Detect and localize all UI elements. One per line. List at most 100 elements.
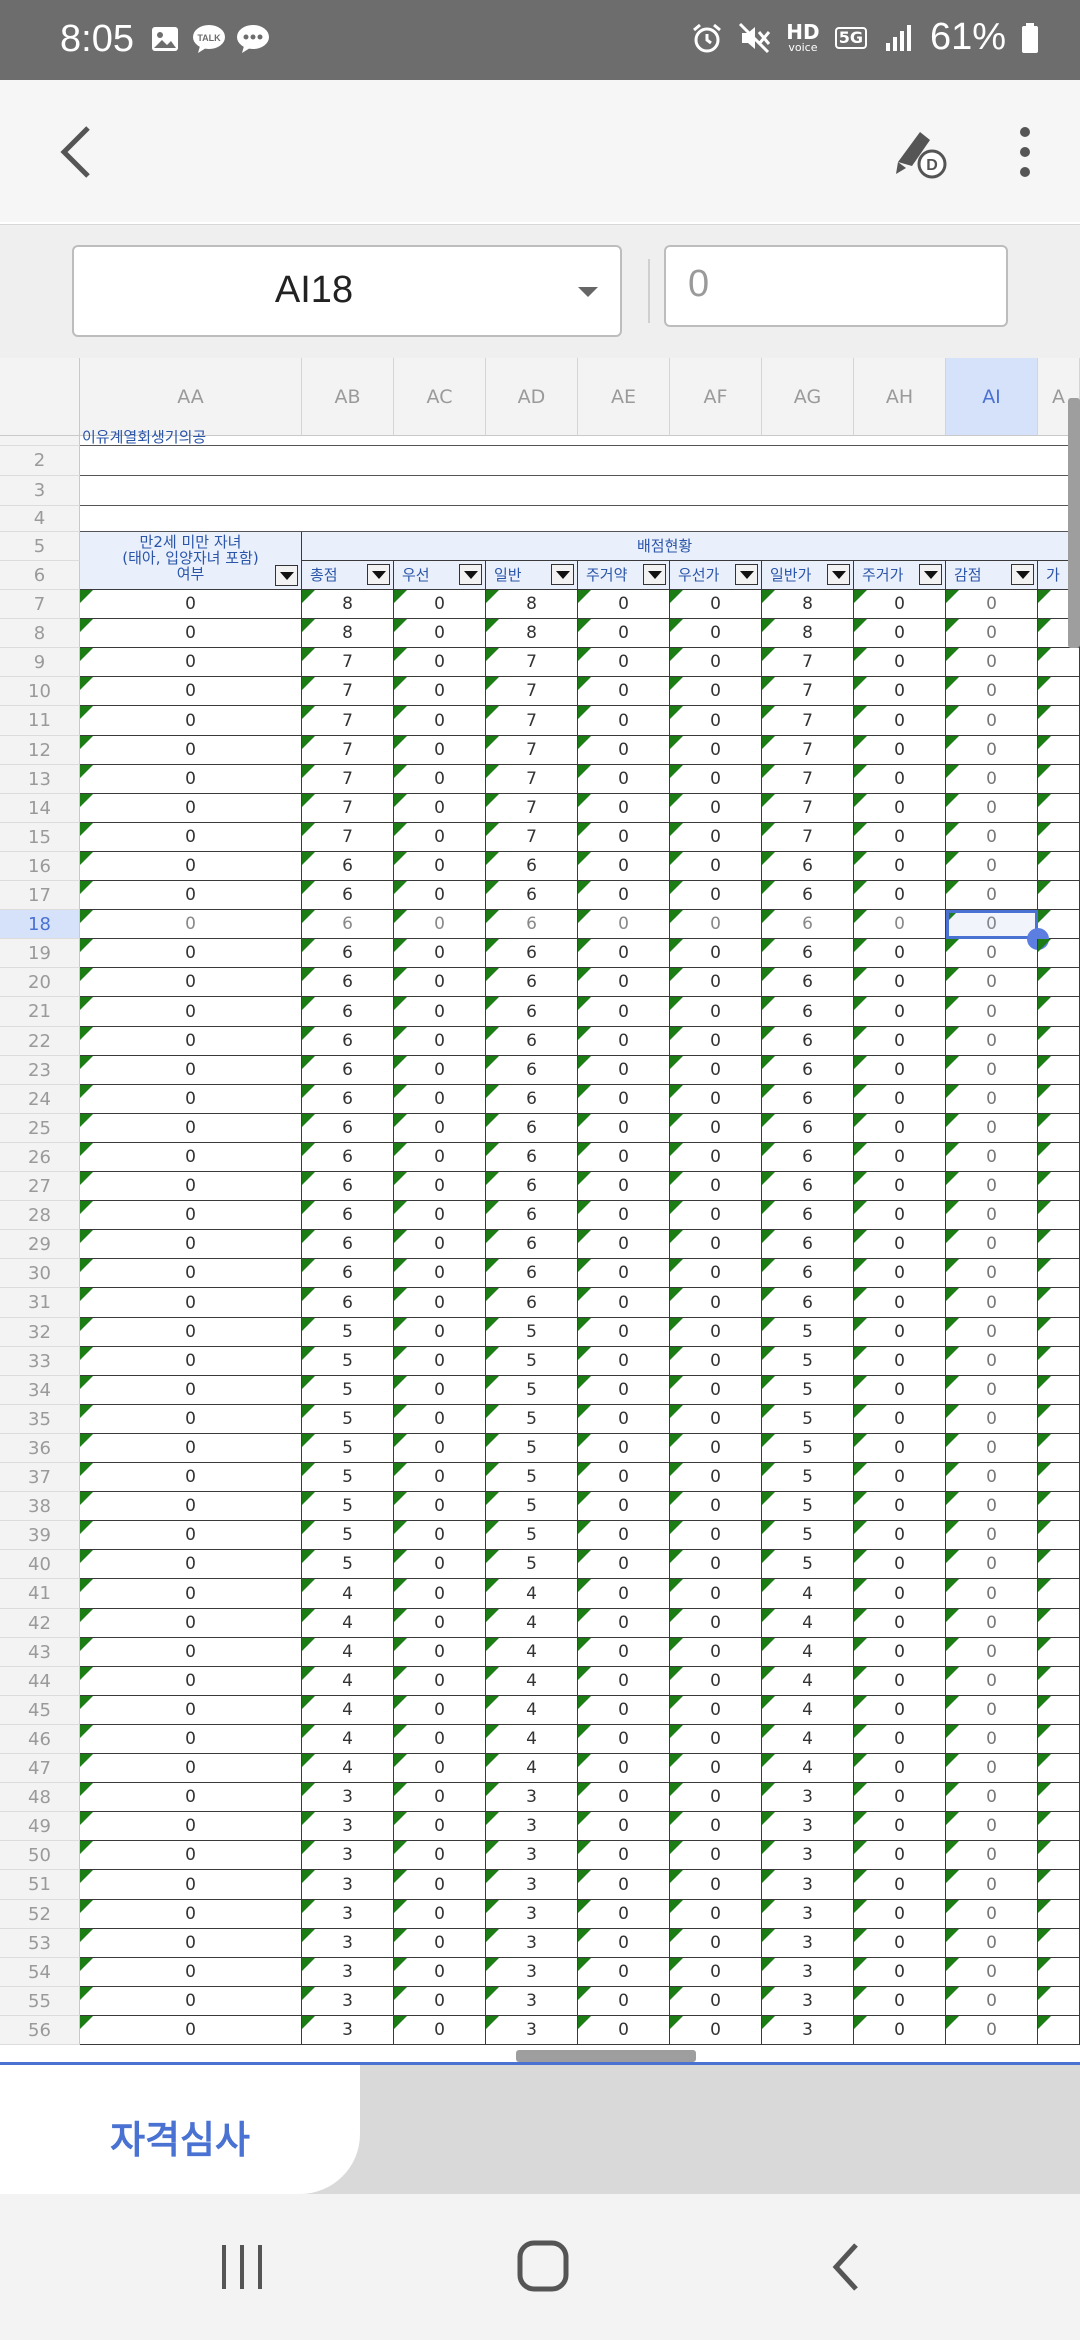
cell-ai-56[interactable]: 0: [946, 2016, 1038, 2045]
cell-ah-37[interactable]: 0: [854, 1463, 946, 1492]
cell-af-43[interactable]: 0: [670, 1638, 762, 1667]
cell-ab-39[interactable]: 5: [302, 1521, 394, 1550]
back-nav-icon[interactable]: [820, 2239, 880, 2295]
cell-ae-45[interactable]: 0: [578, 1696, 670, 1725]
cell-aa-37[interactable]: 0: [80, 1463, 302, 1492]
cell-ab-11[interactable]: 7: [302, 706, 394, 736]
cell-ab-36[interactable]: 5: [302, 1434, 394, 1463]
cell-ah-26[interactable]: 0: [854, 1143, 946, 1172]
cell-aa-11[interactable]: 0: [80, 706, 302, 736]
cell-aj-27[interactable]: [1038, 1172, 1080, 1201]
cell-ad-30[interactable]: 6: [486, 1259, 578, 1288]
cell-aj-14[interactable]: [1038, 794, 1080, 823]
spreadsheet-grid[interactable]: AA AB AC AD AE AF AG AH AI A 2 3 4 이유계열회생기의공 5 6 만2세 미만 …: [0, 358, 1080, 2062]
row-header-17[interactable]: 17: [0, 881, 80, 910]
cell-ah-49[interactable]: 0: [854, 1812, 946, 1841]
cell-ag-34[interactable]: 5: [762, 1376, 854, 1405]
row-header-23[interactable]: 23: [0, 1056, 80, 1085]
cell-ai-19[interactable]: 0: [946, 939, 1038, 968]
cell-ag-12[interactable]: 7: [762, 736, 854, 765]
cell-ae-28[interactable]: 0: [578, 1201, 670, 1230]
cell-af-7[interactable]: 0: [670, 590, 762, 619]
row-header-55[interactable]: 55: [0, 1987, 80, 2016]
row-header-8[interactable]: 8: [0, 619, 80, 648]
cell-ab-55[interactable]: 3: [302, 1987, 394, 2016]
cell-ai-48[interactable]: 0: [946, 1783, 1038, 1812]
cell-aa-42[interactable]: 0: [80, 1609, 302, 1638]
cell-ag-19[interactable]: 6: [762, 939, 854, 968]
cell-ab-16[interactable]: 6: [302, 852, 394, 881]
cell-aa-9[interactable]: 0: [80, 648, 302, 677]
cell-aj-52[interactable]: [1038, 1900, 1080, 1929]
cell-ae-38[interactable]: 0: [578, 1492, 670, 1521]
cell-ai-55[interactable]: 0: [946, 1987, 1038, 2016]
cell-ab-30[interactable]: 6: [302, 1259, 394, 1288]
cell-ai-23[interactable]: 0: [946, 1056, 1038, 1085]
back-icon[interactable]: [50, 120, 110, 184]
cell-aa-16[interactable]: 0: [80, 852, 302, 881]
cell-aj-44[interactable]: [1038, 1667, 1080, 1696]
cell-ag-22[interactable]: 6: [762, 1027, 854, 1056]
cell-ae-11[interactable]: 0: [578, 706, 670, 736]
row-header-3[interactable]: 3: [0, 476, 80, 506]
cell-aa-25[interactable]: 0: [80, 1114, 302, 1143]
cell-ac-32[interactable]: 0: [394, 1318, 486, 1347]
cell-af-44[interactable]: 0: [670, 1667, 762, 1696]
cell-aj-53[interactable]: [1038, 1929, 1080, 1958]
cell-ah-31[interactable]: 0: [854, 1288, 946, 1318]
cell-aa-20[interactable]: 0: [80, 968, 302, 997]
cell-ae-16[interactable]: 0: [578, 852, 670, 881]
cell-aj-24[interactable]: [1038, 1085, 1080, 1114]
cell-af-24[interactable]: 0: [670, 1085, 762, 1114]
cell-ac-8[interactable]: 0: [394, 619, 486, 648]
cell-ae-14[interactable]: 0: [578, 794, 670, 823]
cell-af-52[interactable]: 0: [670, 1900, 762, 1929]
filter-button-ag[interactable]: [827, 564, 850, 585]
cell-af-22[interactable]: 0: [670, 1027, 762, 1056]
cell-aj-20[interactable]: [1038, 968, 1080, 997]
cell-ag-23[interactable]: 6: [762, 1056, 854, 1085]
cell-ab-19[interactable]: 6: [302, 939, 394, 968]
cell-ae-43[interactable]: 0: [578, 1638, 670, 1667]
cell-ae-49[interactable]: 0: [578, 1812, 670, 1841]
cell-ad-56[interactable]: 3: [486, 2016, 578, 2045]
cell-ag-46[interactable]: 4: [762, 1725, 854, 1754]
cell-ai-50[interactable]: 0: [946, 1841, 1038, 1870]
cell-aj-12[interactable]: [1038, 736, 1080, 765]
cell-ag-42[interactable]: 4: [762, 1609, 854, 1638]
cell-aj-10[interactable]: [1038, 677, 1080, 706]
cell-ab-42[interactable]: 4: [302, 1609, 394, 1638]
cell-aj-23[interactable]: [1038, 1056, 1080, 1085]
cell-ai-54[interactable]: 0: [946, 1958, 1038, 1987]
row-header-56[interactable]: 56: [0, 2016, 80, 2045]
cell-af-37[interactable]: 0: [670, 1463, 762, 1492]
cell-ai-53[interactable]: 0: [946, 1929, 1038, 1958]
row-header-13[interactable]: 13: [0, 765, 80, 794]
cell-ag-51[interactable]: 3: [762, 1870, 854, 1900]
row-header-20[interactable]: 20: [0, 968, 80, 997]
cell-aa-27[interactable]: 0: [80, 1172, 302, 1201]
cell-ad-54[interactable]: 3: [486, 1958, 578, 1987]
row-header-42[interactable]: 42: [0, 1609, 80, 1638]
cell-ah-44[interactable]: 0: [854, 1667, 946, 1696]
cell-ab-47[interactable]: 4: [302, 1754, 394, 1783]
cell-ae-18[interactable]: 0: [578, 910, 670, 939]
cell-aj-41[interactable]: [1038, 1579, 1080, 1609]
cell-ac-37[interactable]: 0: [394, 1463, 486, 1492]
cell-ah-20[interactable]: 0: [854, 968, 946, 997]
cell-ah-36[interactable]: 0: [854, 1434, 946, 1463]
cell-ab-41[interactable]: 4: [302, 1579, 394, 1609]
cell-ac-27[interactable]: 0: [394, 1172, 486, 1201]
cell-af-14[interactable]: 0: [670, 794, 762, 823]
cell-ac-41[interactable]: 0: [394, 1579, 486, 1609]
cell-af-51[interactable]: 0: [670, 1870, 762, 1900]
cell-ae-47[interactable]: 0: [578, 1754, 670, 1783]
cell-af-47[interactable]: 0: [670, 1754, 762, 1783]
cell-ab-45[interactable]: 4: [302, 1696, 394, 1725]
cell-af-23[interactable]: 0: [670, 1056, 762, 1085]
filter-button-ad[interactable]: [551, 564, 574, 585]
cell-ae-32[interactable]: 0: [578, 1318, 670, 1347]
cell-ai-46[interactable]: 0: [946, 1725, 1038, 1754]
cell-ae-22[interactable]: 0: [578, 1027, 670, 1056]
cell-ag-36[interactable]: 5: [762, 1434, 854, 1463]
